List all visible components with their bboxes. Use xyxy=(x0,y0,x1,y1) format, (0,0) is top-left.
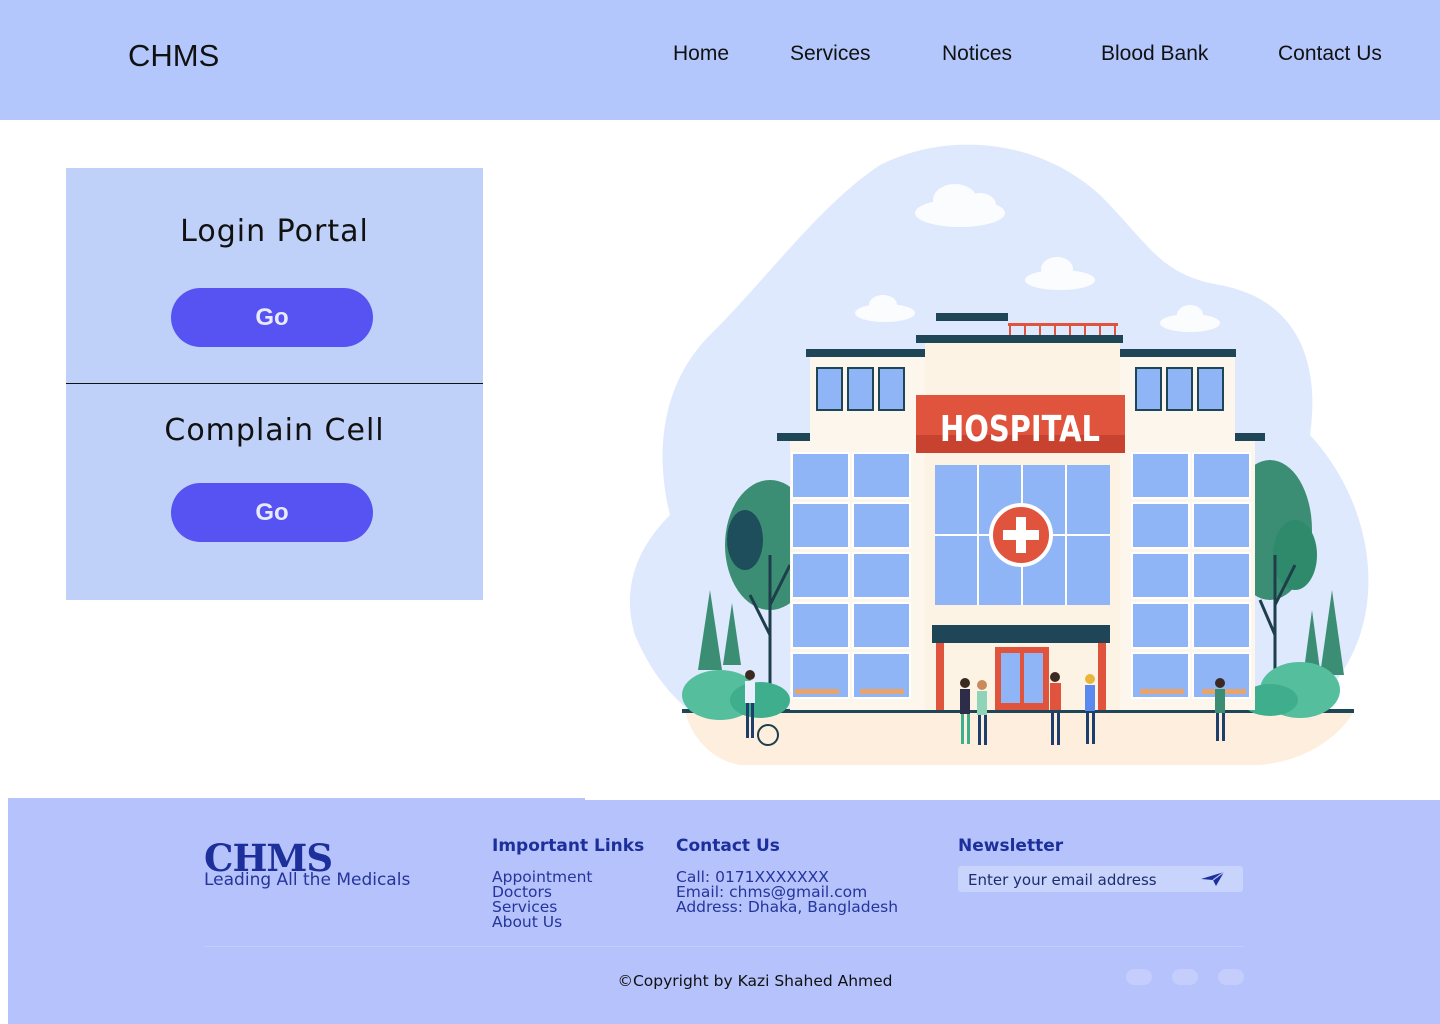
important-links-heading: Important Links xyxy=(492,836,645,856)
footer-tagline: Leading All the Medicals xyxy=(204,870,411,890)
hospital-sign: HOSPITAL xyxy=(940,409,1100,450)
nav-home[interactable]: Home xyxy=(673,42,729,66)
instagram-icon[interactable] xyxy=(1218,969,1244,985)
footer-divider xyxy=(204,946,1244,947)
linkedin-icon[interactable] xyxy=(1126,969,1152,985)
contact-address: Address: Dhaka, Bangladesh xyxy=(676,898,899,916)
footer-top-edge xyxy=(585,798,1440,800)
panel-divider xyxy=(66,383,483,384)
hospital-illustration: HOSPITAL xyxy=(629,144,1369,765)
newsletter-form xyxy=(958,866,1243,892)
nav-contact-us[interactable]: Contact Us xyxy=(1278,42,1382,66)
login-portal-title: Login Portal xyxy=(180,214,369,249)
contact-heading: Contact Us xyxy=(676,836,780,856)
complain-go-button[interactable]: Go xyxy=(171,483,373,542)
brand-logo[interactable]: CHMS xyxy=(128,38,219,74)
newsletter-heading: Newsletter xyxy=(958,836,1064,856)
nav-services[interactable]: Services xyxy=(790,42,871,66)
login-go-button[interactable]: Go xyxy=(171,288,373,347)
send-icon[interactable] xyxy=(1198,869,1228,889)
link-about-us[interactable]: About Us xyxy=(492,914,562,931)
facebook-icon[interactable] xyxy=(1172,969,1198,985)
newsletter-email-input[interactable] xyxy=(968,870,1198,890)
complain-cell-title: Complain Cell xyxy=(164,413,385,448)
nav-notices[interactable]: Notices xyxy=(942,42,1012,66)
nav-blood-bank[interactable]: Blood Bank xyxy=(1101,42,1208,66)
